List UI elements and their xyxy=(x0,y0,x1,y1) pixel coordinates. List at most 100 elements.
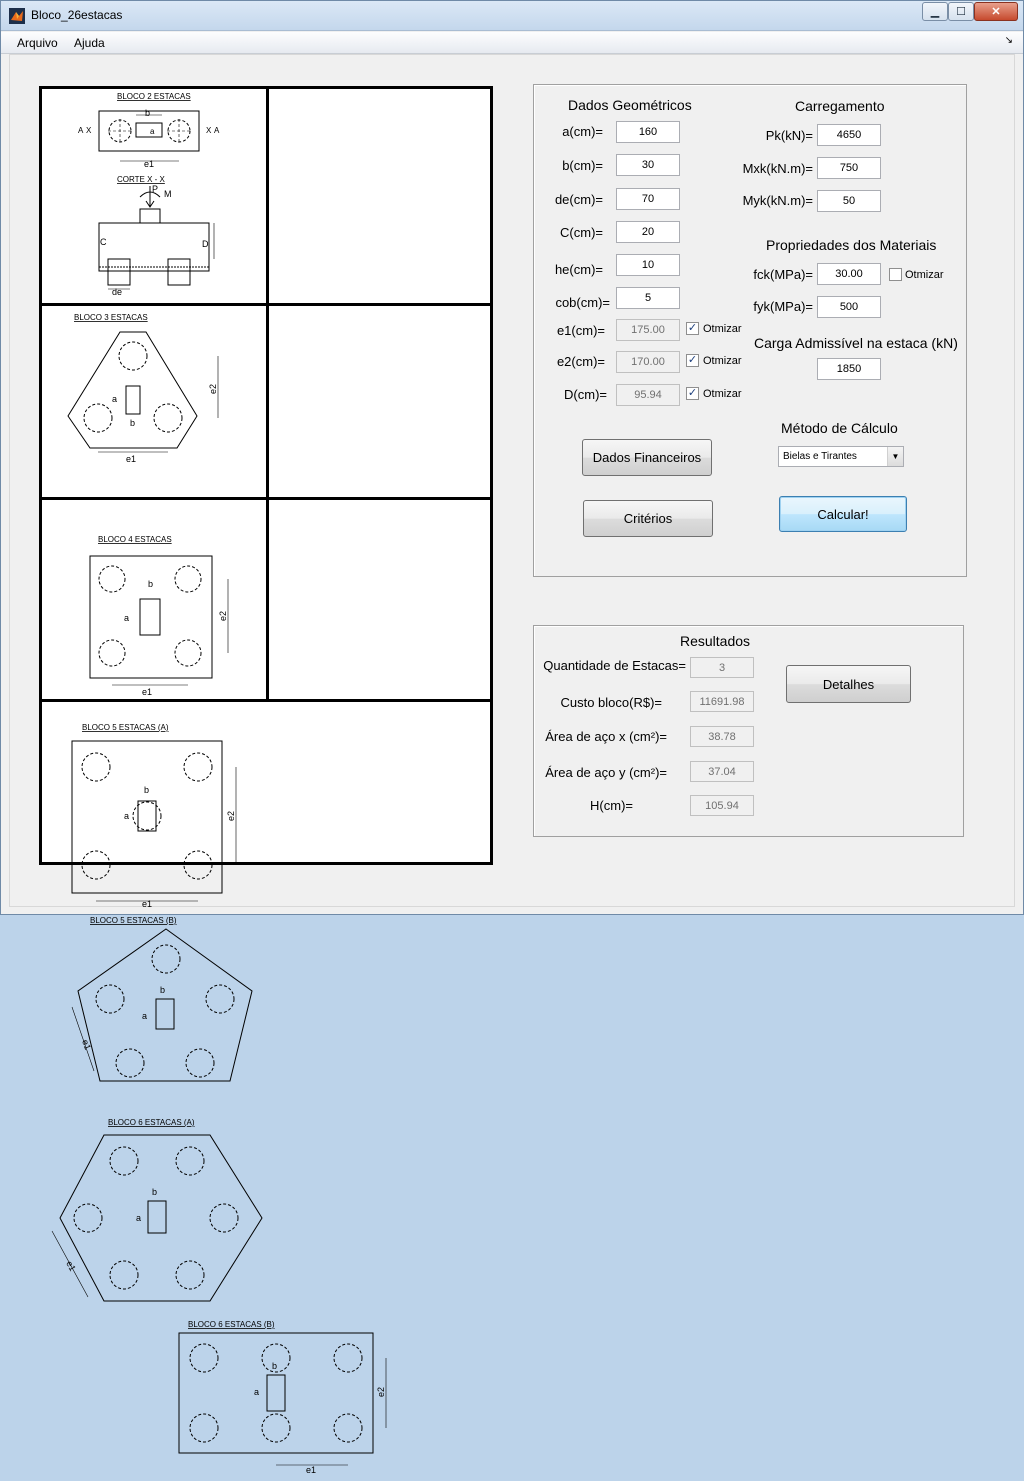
dim-e2: e2 xyxy=(376,1387,386,1397)
otimizar-e1-checkbox[interactable]: ✓ xyxy=(686,322,699,335)
input-pk[interactable]: 4650 xyxy=(817,124,881,146)
calcular-button[interactable]: Calcular! xyxy=(779,496,907,532)
otimizar-e2-checkbox[interactable]: ✓ xyxy=(686,354,699,367)
drawing-title: BLOCO 3 ESTACAS xyxy=(74,313,148,322)
dim-c: C xyxy=(100,237,107,247)
materiais-title: Propriedades dos Materiais xyxy=(766,237,937,253)
maximize-button[interactable]: ☐ xyxy=(948,2,974,21)
resultados-title: Resultados xyxy=(680,633,751,649)
dim-e1: e1 xyxy=(306,1465,316,1475)
section-mark-left: A xyxy=(78,126,84,135)
app-window: Bloco_26estacas ▁ ☐ ✕ Arquivo Ajuda ↘ BL… xyxy=(0,0,1024,1475)
window-title: Bloco_26estacas xyxy=(31,8,123,22)
otimizar-e2-label: Otmizar xyxy=(703,355,742,367)
input-mxk[interactable]: 750 xyxy=(817,157,881,179)
input-cob[interactable]: 5 xyxy=(616,287,680,309)
minimize-icon: ▁ xyxy=(930,6,940,18)
input-myk[interactable]: 50 xyxy=(817,190,881,212)
dim-a: a xyxy=(142,1011,147,1021)
dim-e2: e2 xyxy=(226,811,236,821)
label-custo-bloco: Custo bloco(R$)= xyxy=(560,695,662,710)
dim-b: b xyxy=(272,1361,277,1371)
dim-e1: e1 xyxy=(126,454,136,464)
input-fck[interactable]: 30.00 xyxy=(817,263,881,285)
drawing-title: BLOCO 4 ESTACAS xyxy=(98,535,172,544)
close-button[interactable]: ✕ xyxy=(974,2,1018,21)
section-x-left: X xyxy=(86,126,92,135)
input-a[interactable]: 160 xyxy=(616,121,680,143)
dim-e2: e2 xyxy=(208,384,218,394)
label-e2: e2(cm)= xyxy=(556,354,605,369)
label-fck: fck(MPa)= xyxy=(753,267,813,282)
dim-a: a xyxy=(124,811,129,821)
metodo-selected-value: Bielas e Tirantes xyxy=(783,451,857,462)
dim-b: b xyxy=(152,1187,157,1197)
title-bar[interactable]: Bloco_26estacas ▁ ☐ ✕ xyxy=(1,1,1023,31)
otimizar-fck-label: Otmizar xyxy=(905,269,944,281)
input-e1: 175.00 xyxy=(616,319,680,341)
section-mark-right: A xyxy=(214,126,220,135)
input-de[interactable]: 70 xyxy=(616,188,680,210)
dim-e1: e1 xyxy=(142,687,152,697)
input-carga-admissivel[interactable]: 1850 xyxy=(817,358,881,380)
label-mxk: Mxk(kN.m)= xyxy=(742,161,813,176)
matlab-icon xyxy=(9,8,25,24)
output-area-aco-x: 38.78 xyxy=(690,726,754,747)
input-fyk[interactable]: 500 xyxy=(817,296,881,318)
section-x-right: X xyxy=(206,126,212,135)
metodo-select[interactable]: Bielas e Tirantes ▼ xyxy=(778,446,904,467)
label-h: H(cm)= xyxy=(590,798,633,813)
otimizar-d-checkbox[interactable]: ✓ xyxy=(686,387,699,400)
label-b: b(cm)= xyxy=(562,158,603,173)
menu-arquivo[interactable]: Arquivo xyxy=(17,36,58,50)
dim-e1: e1 xyxy=(142,899,152,908)
detalhes-button[interactable]: Detalhes xyxy=(786,665,911,703)
close-icon: ✕ xyxy=(991,6,1001,18)
input-c[interactable]: 20 xyxy=(616,221,680,243)
output-custo-bloco: 11691.98 xyxy=(690,691,754,712)
dim-b: b xyxy=(148,579,153,589)
dim-b: b xyxy=(144,785,149,795)
label-cob: cob(cm)= xyxy=(555,295,610,310)
drawing-bloco-6-estacas-b: BLOCO 6 ESTACAS (B) b a e1 e2 xyxy=(178,1320,387,1475)
carga-title: Carga Admissível na estaca (kN) xyxy=(754,335,958,351)
drawing-title: BLOCO 5 ESTACAS (A) xyxy=(82,723,169,732)
grid-divider-vertical xyxy=(266,89,269,701)
input-b[interactable]: 30 xyxy=(616,154,680,176)
dados-financeiros-button[interactable]: Dados Financeiros xyxy=(582,439,712,476)
input-e2: 170.00 xyxy=(616,351,680,373)
dim-de: de xyxy=(112,287,122,297)
drawing-bloco-2-estacas: BLOCO 2 ESTACAS b a e1 A X X A CORTE X -… xyxy=(78,92,220,297)
grid-divider-2 xyxy=(42,497,490,500)
label-e1: e1(cm)= xyxy=(556,323,605,338)
label-he: he(cm)= xyxy=(554,262,603,277)
grid-divider-1 xyxy=(42,303,490,306)
input-d: 95.94 xyxy=(616,384,680,406)
dim-d: D xyxy=(202,239,209,249)
chevron-down-icon: ▼ xyxy=(887,447,903,466)
input-he[interactable]: 10 xyxy=(616,254,680,276)
dim-a: a xyxy=(136,1213,141,1223)
drawing-bloco-4-estacas: BLOCO 4 ESTACAS b a e1 e2 xyxy=(89,535,229,697)
menu-overflow-icon[interactable]: ↘ xyxy=(1005,35,1013,46)
grid-divider-3 xyxy=(42,699,490,702)
menu-bar: Arquivo Ajuda ↘ xyxy=(1,32,1023,54)
criterios-button[interactable]: Critérios xyxy=(583,500,713,537)
menu-ajuda[interactable]: Ajuda xyxy=(74,36,105,50)
minimize-button[interactable]: ▁ xyxy=(922,2,948,21)
drawing-title: BLOCO 6 ESTACAS (B) xyxy=(188,1320,275,1329)
otimizar-fck-checkbox[interactable] xyxy=(889,268,902,281)
dim-e1: e1 xyxy=(144,159,154,169)
drawing-bloco-3-estacas: BLOCO 3 ESTACAS a b e1 e2 xyxy=(67,313,219,464)
moment-m: M xyxy=(164,189,172,199)
dim-b: b xyxy=(145,108,150,118)
otimizar-d-label: Otmizar xyxy=(703,388,742,400)
output-quantidade-estacas: 3 xyxy=(690,657,754,678)
label-area-aco-x: Área de aço x (cm²)= xyxy=(545,729,667,744)
output-h: 105.94 xyxy=(690,795,754,816)
dim-b: b xyxy=(130,418,135,428)
carregamento-title: Carregamento xyxy=(795,98,885,114)
drawing-bloco-5-estacas-a: BLOCO 5 ESTACAS (A) b a e1 e2 xyxy=(71,723,237,909)
dim-e2: e2 xyxy=(218,611,228,621)
label-fyk: fyk(MPa)= xyxy=(753,299,813,314)
